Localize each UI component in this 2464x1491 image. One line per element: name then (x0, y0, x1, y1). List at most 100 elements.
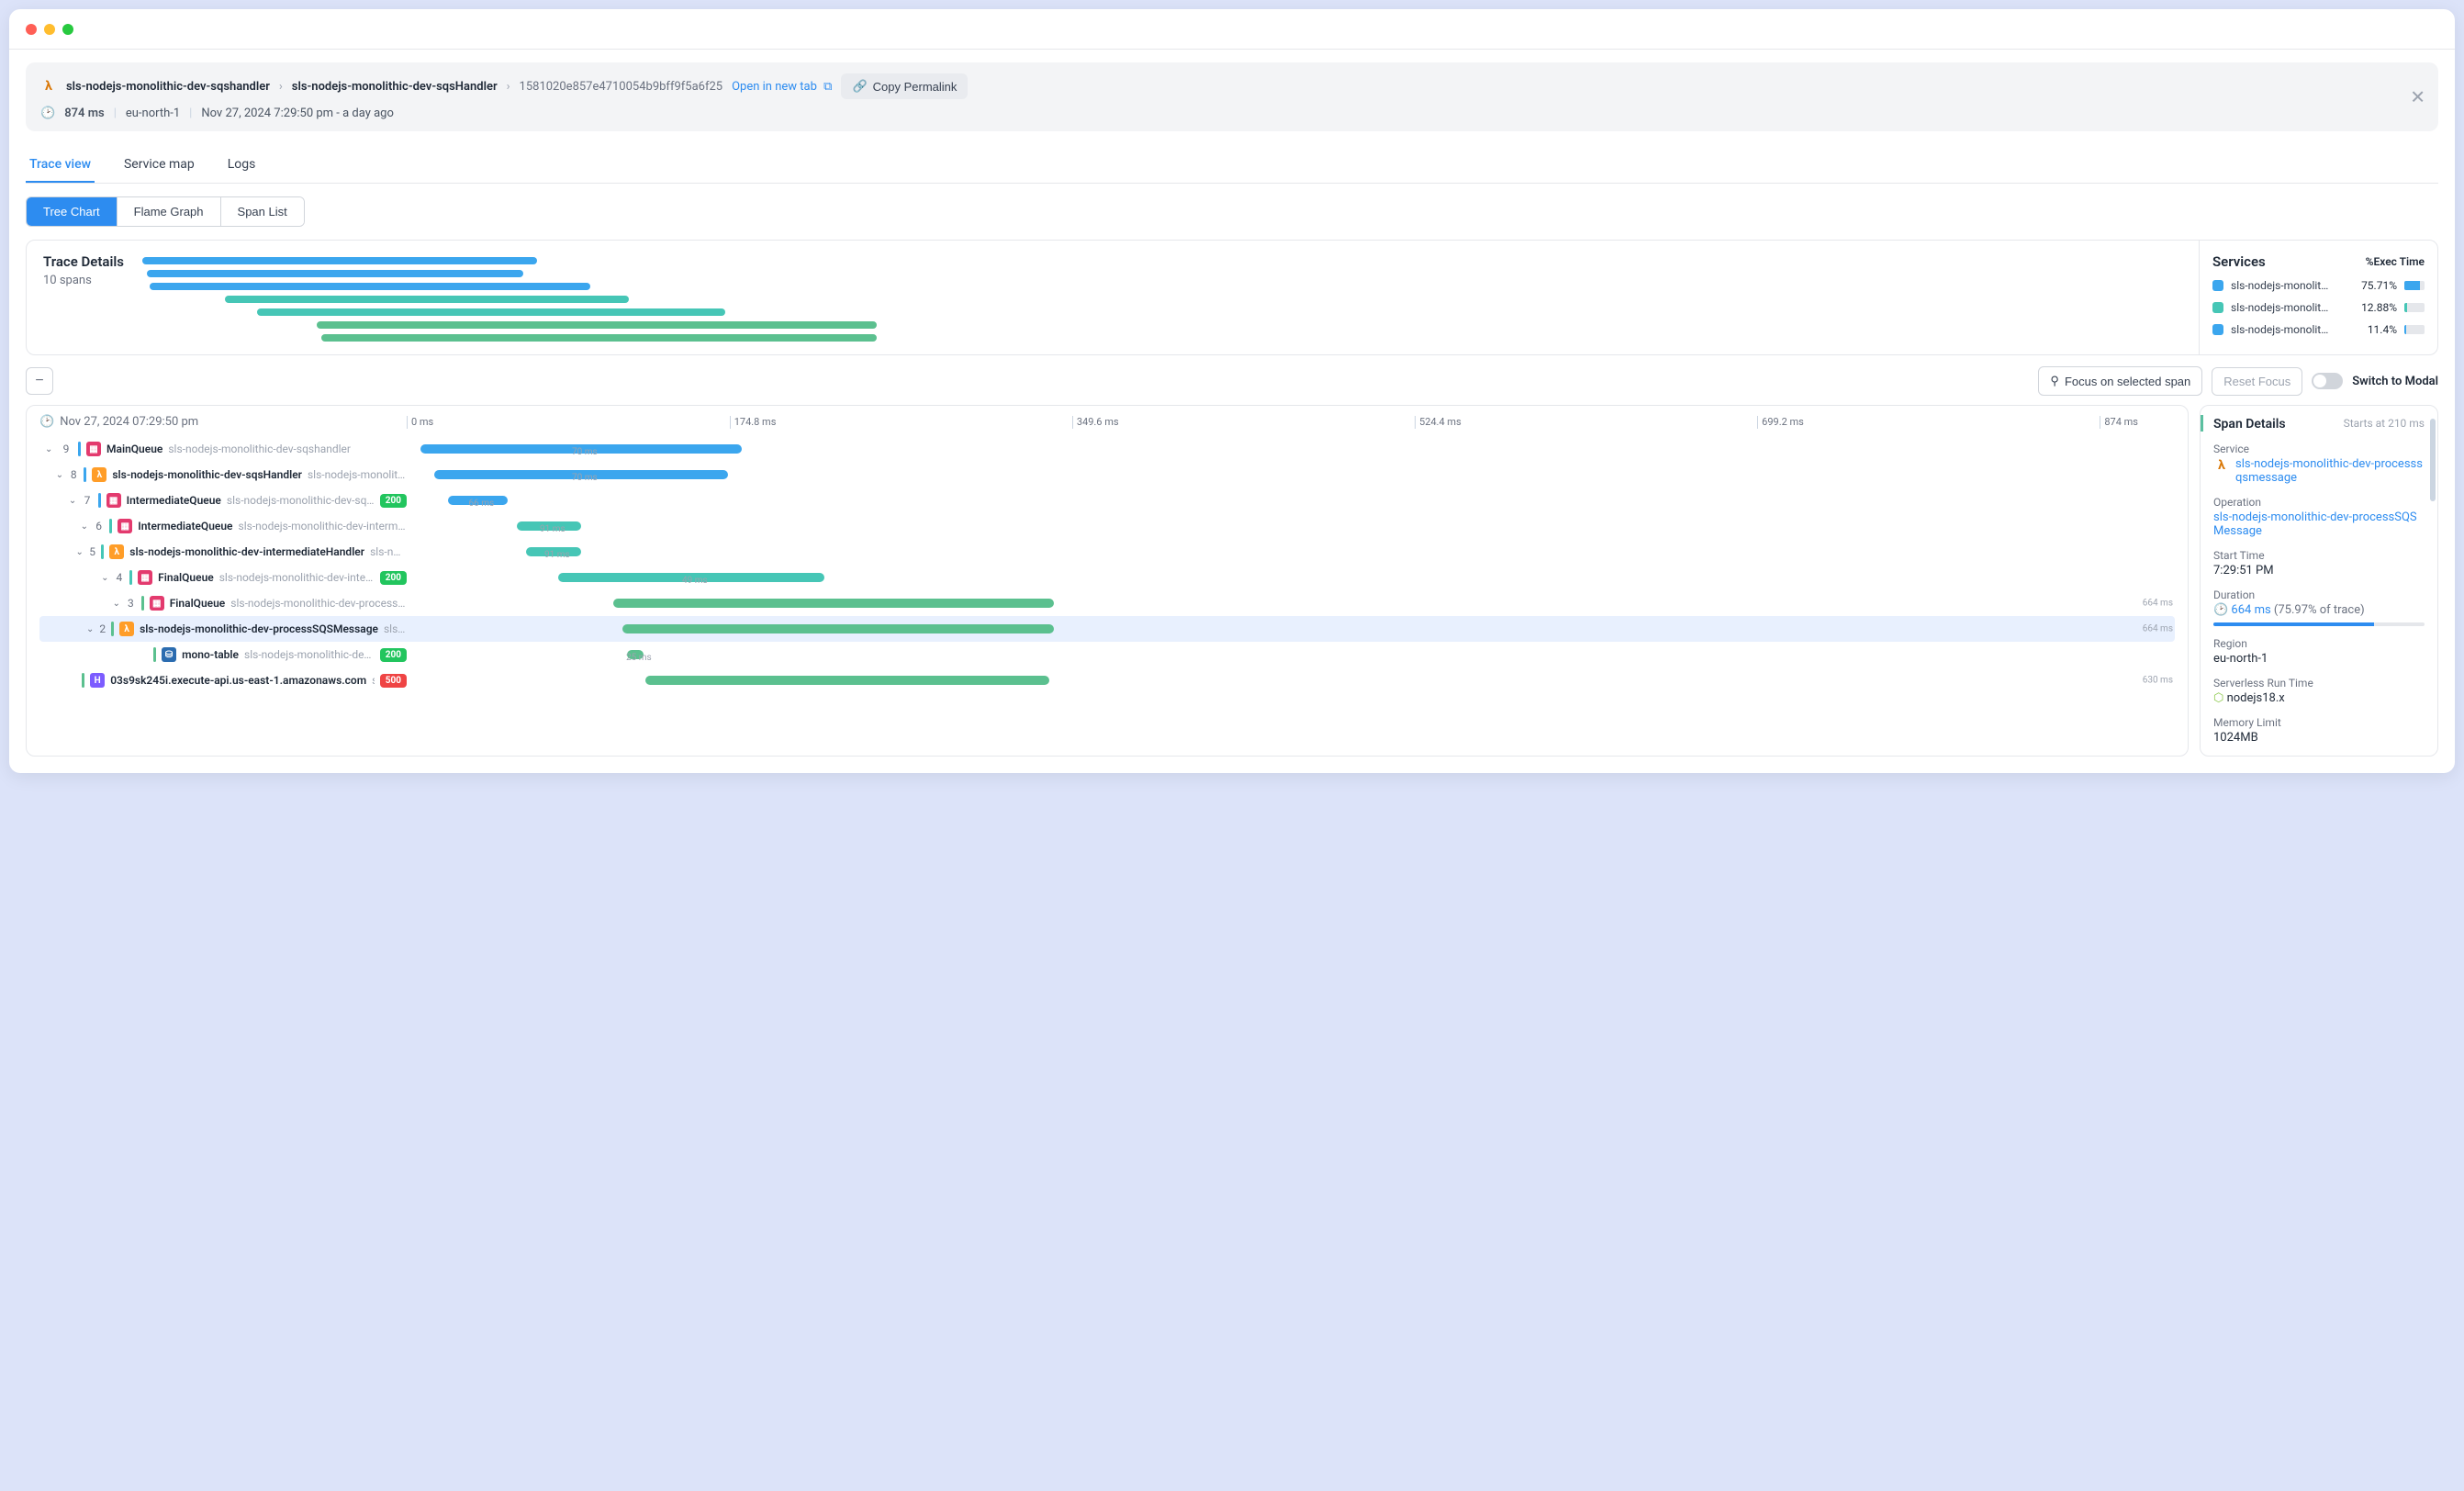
service-pct: 12.88% (2361, 301, 2397, 314)
span-service: sls-nodejs-monolithic-dev-processsqsmess… (230, 597, 407, 610)
caret-icon[interactable]: ⌄ (45, 444, 54, 454)
modal-toggle[interactable] (2312, 373, 2343, 389)
span-row[interactable]: ⌄7▦IntermediateQueuesls-nodejs-monolithi… (39, 488, 2175, 513)
close-button[interactable]: ✕ (2410, 85, 2425, 108)
tab-service-map[interactable]: Service map (120, 148, 198, 183)
caret-icon[interactable]: ⌄ (81, 521, 88, 532)
span-count: 10 spans (43, 274, 124, 287)
span-name: 03s9sk245i.execute-api.us-east-1.amazona… (110, 674, 366, 687)
span-row[interactable]: ⌄4▦FinalQueuesls-nodejs-monolithic-dev-i… (39, 565, 2175, 590)
span-bar (613, 599, 1054, 608)
detail-label-service: Service (2213, 443, 2425, 455)
viewmode-tree-chart[interactable]: Tree Chart (27, 197, 117, 226)
detail-duration-value[interactable]: 664 ms (2231, 603, 2270, 617)
caret-icon[interactable]: ⌄ (113, 599, 120, 609)
detail-label-duration: Duration (2213, 589, 2425, 601)
status-badge: 200 (380, 494, 407, 508)
service-color-chip (2212, 302, 2223, 313)
nodejs-icon: ⬡ (2213, 691, 2223, 705)
axis-tick: 524.4 ms (1415, 416, 1462, 429)
tab-trace-view[interactable]: Trace view (26, 148, 95, 183)
detail-label-start: Start Time (2213, 549, 2425, 562)
span-row[interactable]: ⌄3▦FinalQueuesls-nodejs-monolithic-dev-p… (39, 590, 2175, 616)
span-row[interactable]: ⌄8λsls-nodejs-monolithic-dev-sqsHandlers… (39, 462, 2175, 488)
exec-time-heading: %Exec Time (2366, 255, 2425, 268)
span-color-bar (82, 673, 84, 688)
span-service: sls-nodejs-monolithic-dev-sqshandler (227, 494, 375, 507)
clock-icon: 🕑 (40, 106, 55, 120)
service-row[interactable]: sls-nodejs-monolit…12.88% (2212, 301, 2425, 314)
db-icon: ⛁ (162, 647, 176, 662)
detail-memlimit-value: 1024MB (2213, 731, 2425, 745)
overview-bar (225, 296, 629, 303)
reset-focus-button[interactable]: Reset Focus (2212, 367, 2302, 396)
axis-tick: 349.6 ms (1072, 416, 1119, 429)
detail-service-link[interactable]: sls-nodejs-monolithic-dev-processsqsmess… (2235, 457, 2425, 485)
axis-tick: 874 ms (2100, 416, 2138, 429)
breadcrumb-seg2[interactable]: sls-nodejs-monolithic-dev-sqsHandler (292, 80, 498, 94)
span-color-bar (111, 622, 114, 636)
sqs-icon: ▦ (138, 570, 152, 585)
span-tree: 🕑 Nov 27, 2024 07:29:50 pm 0 ms174.8 ms3… (26, 405, 2189, 757)
caret-icon[interactable]: ⌄ (101, 573, 108, 583)
detail-operation-link[interactable]: sls-nodejs-monolithic-dev-processSQSMess… (2213, 510, 2417, 538)
tab-logs[interactable]: Logs (224, 148, 260, 183)
span-duration-label: 70 ms (572, 447, 598, 457)
tabs: Trace view Service map Logs (26, 148, 2438, 184)
span-bar (622, 624, 1054, 633)
window-minimize-dot[interactable] (44, 24, 55, 35)
span-row[interactable]: ⌄5λsls-nodejs-monolithic-dev-intermediat… (39, 539, 2175, 565)
viewmode-flame-graph[interactable]: Flame Graph (117, 197, 220, 226)
window-zoom-dot[interactable] (62, 24, 73, 35)
service-row[interactable]: sls-nodejs-monolit…11.4% (2212, 323, 2425, 336)
child-count: 4 (114, 571, 124, 584)
copy-permalink-button[interactable]: 🔗 Copy Permalink (841, 73, 968, 99)
span-duration-label: 664 ms (2143, 599, 2173, 609)
span-row[interactable]: ⌄2λsls-nodejs-monolithic-dev-processSQSM… (39, 616, 2175, 642)
span-starts-at: Starts at 210 ms (2344, 417, 2425, 430)
caret-icon[interactable]: ⌄ (69, 496, 76, 506)
span-color-bar (84, 467, 86, 482)
detail-label-operation: Operation (2213, 496, 2425, 509)
span-row[interactable]: ⌄9▦MainQueuesls-nodejs-monolithic-dev-sq… (39, 436, 2175, 462)
viewmode-span-list[interactable]: Span List (220, 197, 304, 226)
span-duration-label: 91 ms (544, 550, 570, 560)
breadcrumb-seg1[interactable]: sls-nodejs-monolithic-dev-sqshandler (66, 80, 270, 94)
lambda-icon: λ (119, 622, 134, 636)
sqs-icon: ▦ (150, 596, 164, 611)
span-row[interactable]: H03s9sk245i.execute-api.us-east-1.amazon… (39, 667, 2175, 693)
caret-icon[interactable]: ⌄ (76, 547, 84, 557)
link-icon: 🔗 (852, 79, 867, 94)
detail-label-region: Region (2213, 637, 2425, 650)
scrollbar-thumb[interactable] (2430, 419, 2436, 501)
lambda-icon: λ (109, 544, 124, 559)
span-name: sls-nodejs-monolithic-dev-sqsHandler (112, 468, 302, 481)
span-row[interactable]: ⛁mono-tablesls-nodejs-monolithic-dev-pro… (39, 642, 2175, 667)
span-color-bar (98, 493, 101, 508)
span-row[interactable]: ⌄6▦IntermediateQueuesls-nodejs-monolithi… (39, 513, 2175, 539)
chevron-right-icon: › (279, 80, 283, 94)
focus-selected-button[interactable]: ⚲ Focus on selected span (2038, 366, 2202, 396)
overview-bar (147, 270, 523, 277)
caret-icon[interactable]: ⌄ (86, 624, 94, 634)
window-close-dot[interactable] (26, 24, 37, 35)
window-titlebar (9, 9, 2455, 50)
span-service: s… (372, 674, 375, 687)
span-name: IntermediateQueue (138, 520, 232, 532)
open-new-tab-link[interactable]: Open in new tab ⧉ (732, 80, 832, 94)
caret-icon[interactable]: ⌄ (56, 470, 63, 480)
lambda-icon: λ (2213, 457, 2230, 474)
service-pct: 75.71% (2361, 279, 2397, 292)
span-duration-label: 25 ms (626, 653, 652, 663)
service-row[interactable]: sls-nodejs-monolit…75.71% (2212, 279, 2425, 292)
detail-label-memlimit: Memory Limit (2213, 716, 2425, 729)
child-count: 6 (94, 520, 104, 532)
axis-tick: 0 ms (407, 416, 433, 429)
collapse-all-button[interactable]: − (26, 367, 53, 395)
header-card: λ sls-nodejs-monolithic-dev-sqshandler ›… (26, 62, 2438, 131)
trace-id: 1581020e857e4710054b9bff9f5a6f25 (520, 80, 723, 94)
axis-tick: 174.8 ms (730, 416, 777, 429)
service-pct-bar (2404, 325, 2425, 334)
span-duration-label: 49 ms (682, 576, 708, 586)
span-color-bar (141, 596, 144, 611)
